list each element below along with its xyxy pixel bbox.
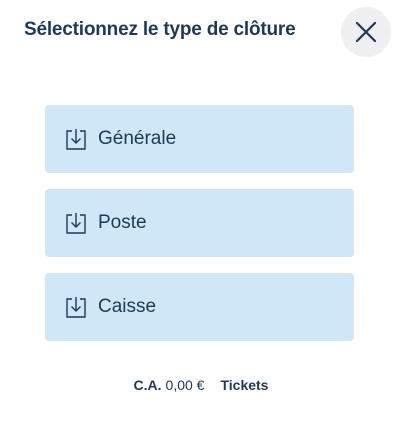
footer-summary: C.A. 0,00 € Tickets	[0, 375, 402, 395]
download-icon	[65, 211, 87, 235]
dialog-title: Sélectionnez le type de clôture	[24, 19, 296, 40]
download-icon	[65, 127, 87, 151]
closure-type-dialog: Sélectionnez le type de clôture Générale	[0, 0, 402, 428]
ca-label: C.A.	[133, 377, 162, 393]
close-button[interactable]	[341, 7, 391, 57]
closure-type-options: Générale Poste Caisse	[45, 105, 354, 357]
option-label: Générale	[98, 128, 177, 149]
close-icon	[355, 21, 377, 43]
option-generale[interactable]: Générale	[45, 105, 354, 173]
tickets-link[interactable]: Tickets	[220, 375, 268, 395]
option-label: Poste	[98, 212, 147, 233]
option-label: Caisse	[98, 296, 157, 317]
download-icon	[65, 295, 87, 319]
option-caisse[interactable]: Caisse	[45, 273, 354, 341]
option-poste[interactable]: Poste	[45, 189, 354, 257]
ca-value: 0,00 €	[165, 377, 205, 393]
